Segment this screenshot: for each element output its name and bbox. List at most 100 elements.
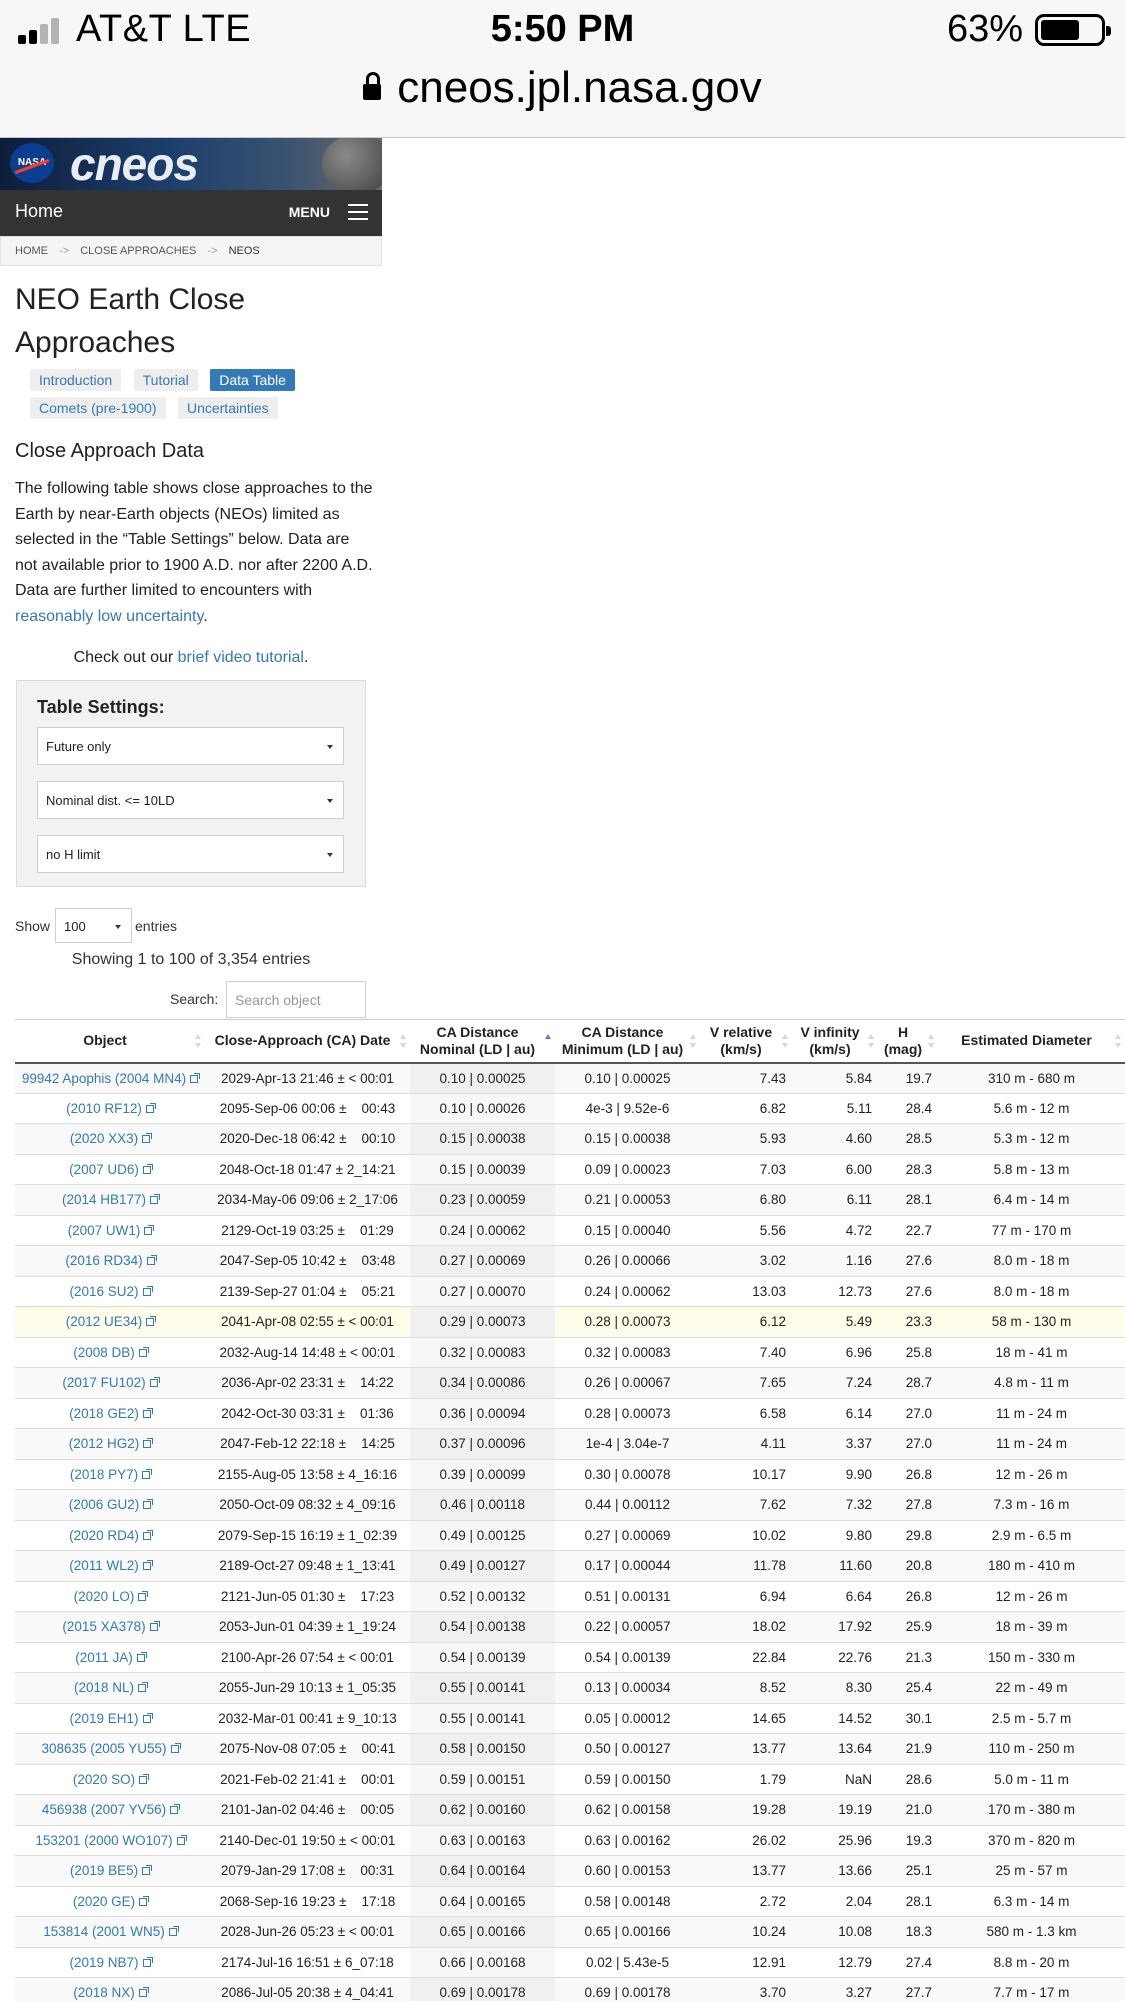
column-header-v-infinity[interactable]: V infinity (km/s)	[792, 1019, 878, 1064]
search-input[interactable]: Search object	[226, 981, 366, 1018]
object-link[interactable]: (2014 HB177)	[62, 1192, 146, 1207]
external-link-icon[interactable]	[142, 1956, 153, 1967]
column-header-estimated-diameter[interactable]: Estimated Diameter	[938, 1019, 1125, 1064]
external-link-icon[interactable]	[142, 1407, 153, 1418]
external-link-icon[interactable]	[146, 1255, 157, 1266]
external-link-icon[interactable]	[170, 1804, 181, 1815]
object-link[interactable]: (2011 JA)	[75, 1650, 133, 1665]
external-link-icon[interactable]	[142, 1133, 153, 1144]
external-link-icon[interactable]	[170, 1743, 181, 1754]
object-link[interactable]: (2018 NX)	[73, 1985, 135, 2000]
object-link[interactable]: (2019 EH1)	[69, 1711, 138, 1726]
object-link[interactable]: (2012 HG2)	[69, 1436, 140, 1451]
object-cell[interactable]: (2007 UW1)	[15, 1215, 205, 1246]
external-link-icon[interactable]	[168, 1926, 179, 1937]
external-link-icon[interactable]	[138, 1682, 149, 1693]
object-link[interactable]: (2007 UW1)	[68, 1223, 141, 1238]
object-cell[interactable]: (2020 RD4)	[15, 1520, 205, 1551]
external-link-icon[interactable]	[142, 1560, 153, 1571]
object-link[interactable]: 308635 (2005 YU55)	[41, 1741, 166, 1756]
object-cell[interactable]: 153201 (2000 WO107)	[15, 1825, 205, 1856]
object-cell[interactable]: (2017 FU102)	[15, 1367, 205, 1399]
external-link-icon[interactable]	[149, 1621, 160, 1632]
page-length-select[interactable]: 100	[55, 908, 132, 943]
tab-tutorial[interactable]: Tutorial	[133, 369, 198, 391]
tab-introduction[interactable]: Introduction	[30, 369, 122, 391]
object-cell[interactable]: (2006 GU2)	[15, 1489, 205, 1521]
object-cell[interactable]: (2018 GE2)	[15, 1398, 205, 1429]
external-link-icon[interactable]	[138, 1346, 149, 1357]
external-link-icon[interactable]	[143, 1438, 154, 1449]
object-link[interactable]: (2015 XA378)	[62, 1619, 145, 1634]
object-link[interactable]: (2020 XX3)	[70, 1131, 138, 1146]
object-cell[interactable]: (2011 WL2)	[15, 1550, 205, 1582]
column-header-ca-distance-minimum[interactable]: CA Distance Minimum (LD | au)	[555, 1019, 700, 1064]
object-link[interactable]: 153814 (2001 WN5)	[43, 1924, 165, 1939]
column-header-ca-distance-nominal[interactable]: CA Distance Nominal (LD | au)	[410, 1019, 555, 1064]
object-link[interactable]: (2008 DB)	[73, 1345, 135, 1360]
object-link[interactable]: (2016 SU2)	[69, 1284, 138, 1299]
menu-button[interactable]: MENU	[289, 204, 330, 220]
external-link-icon[interactable]	[136, 1651, 147, 1662]
object-cell[interactable]: (2018 NL)	[15, 1672, 205, 1704]
nav-home-link[interactable]: Home	[15, 201, 63, 222]
external-link-icon[interactable]	[142, 1285, 153, 1296]
object-cell[interactable]: (2015 XA378)	[15, 1611, 205, 1643]
external-link-icon[interactable]	[138, 1590, 149, 1601]
object-cell[interactable]: (2016 SU2)	[15, 1276, 205, 1307]
object-link[interactable]: (2012 UE34)	[66, 1314, 143, 1329]
object-link[interactable]: (2020 SO)	[73, 1772, 135, 1787]
object-link[interactable]: (2010 RF12)	[66, 1101, 142, 1116]
browser-url-bar[interactable]: cneos.jpl.nasa.gov	[0, 60, 1125, 138]
object-link[interactable]: (2006 GU2)	[69, 1497, 140, 1512]
external-link-icon[interactable]	[190, 1072, 201, 1083]
object-cell[interactable]: 153814 (2001 WN5)	[15, 1916, 205, 1948]
external-link-icon[interactable]	[139, 1895, 150, 1906]
object-cell[interactable]: (2012 HG2)	[15, 1428, 205, 1460]
breadcrumb-home[interactable]: HOME	[15, 245, 48, 257]
object-cell[interactable]: (2020 SO)	[15, 1764, 205, 1795]
external-link-icon[interactable]	[142, 1712, 153, 1723]
time-filter-select[interactable]: Future only	[37, 727, 344, 765]
tab-uncertainties[interactable]: Uncertainties	[177, 397, 278, 419]
object-cell[interactable]: (2019 EH1)	[15, 1703, 205, 1734]
object-link[interactable]: (2019 NB7)	[69, 1955, 138, 1970]
object-cell[interactable]: (2014 HB177)	[15, 1184, 205, 1216]
object-link[interactable]: 153201 (2000 WO107)	[35, 1833, 172, 1848]
object-link[interactable]: (2020 GE)	[73, 1894, 135, 1909]
external-link-icon[interactable]	[146, 1316, 157, 1327]
external-link-icon[interactable]	[150, 1194, 161, 1205]
external-link-icon[interactable]	[142, 1163, 153, 1174]
column-header-ca-date[interactable]: Close-Approach (CA) Date	[205, 1019, 410, 1064]
external-link-icon[interactable]	[142, 1865, 153, 1876]
object-cell[interactable]: (2019 NB7)	[15, 1947, 205, 1978]
object-link[interactable]: (2018 PY7)	[70, 1467, 138, 1482]
object-cell[interactable]: (2008 DB)	[15, 1337, 205, 1368]
uncertainty-link[interactable]: reasonably low uncertainty	[15, 608, 203, 625]
object-cell[interactable]: 308635 (2005 YU55)	[15, 1733, 205, 1765]
external-link-icon[interactable]	[144, 1224, 155, 1235]
object-link[interactable]: 99942 Apophis (2004 MN4)	[22, 1071, 186, 1086]
external-link-icon[interactable]	[142, 1468, 153, 1479]
object-link[interactable]: (2020 LO)	[74, 1589, 135, 1604]
object-link[interactable]: 456938 (2007 YV56)	[42, 1802, 166, 1817]
object-cell[interactable]: (2020 XX3)	[15, 1123, 205, 1155]
object-link[interactable]: (2016 RD34)	[65, 1253, 142, 1268]
external-link-icon[interactable]	[142, 1529, 153, 1540]
column-header-h-mag[interactable]: H (mag)	[878, 1019, 938, 1064]
object-cell[interactable]: (2018 NX)	[15, 1977, 205, 2001]
object-cell[interactable]: (2020 GE)	[15, 1886, 205, 1917]
cneos-logo[interactable]: cneos	[70, 138, 199, 190]
object-cell[interactable]: (2019 BE5)	[15, 1855, 205, 1887]
external-link-icon[interactable]	[176, 1834, 187, 1845]
h-filter-select[interactable]: no H limit	[37, 835, 344, 873]
external-link-icon[interactable]	[139, 1773, 150, 1784]
object-link[interactable]: (2018 NL)	[74, 1680, 134, 1695]
object-cell[interactable]: (2010 RF12)	[15, 1093, 205, 1124]
hamburger-icon[interactable]	[348, 203, 368, 221]
object-cell[interactable]: (2018 PY7)	[15, 1459, 205, 1490]
object-link[interactable]: (2019 BE5)	[70, 1863, 138, 1878]
object-link[interactable]: (2020 RD4)	[69, 1528, 139, 1543]
column-header-v-relative[interactable]: V relative (km/s)	[700, 1019, 792, 1064]
distance-filter-select[interactable]: Nominal dist. <= 10LD	[37, 781, 344, 819]
